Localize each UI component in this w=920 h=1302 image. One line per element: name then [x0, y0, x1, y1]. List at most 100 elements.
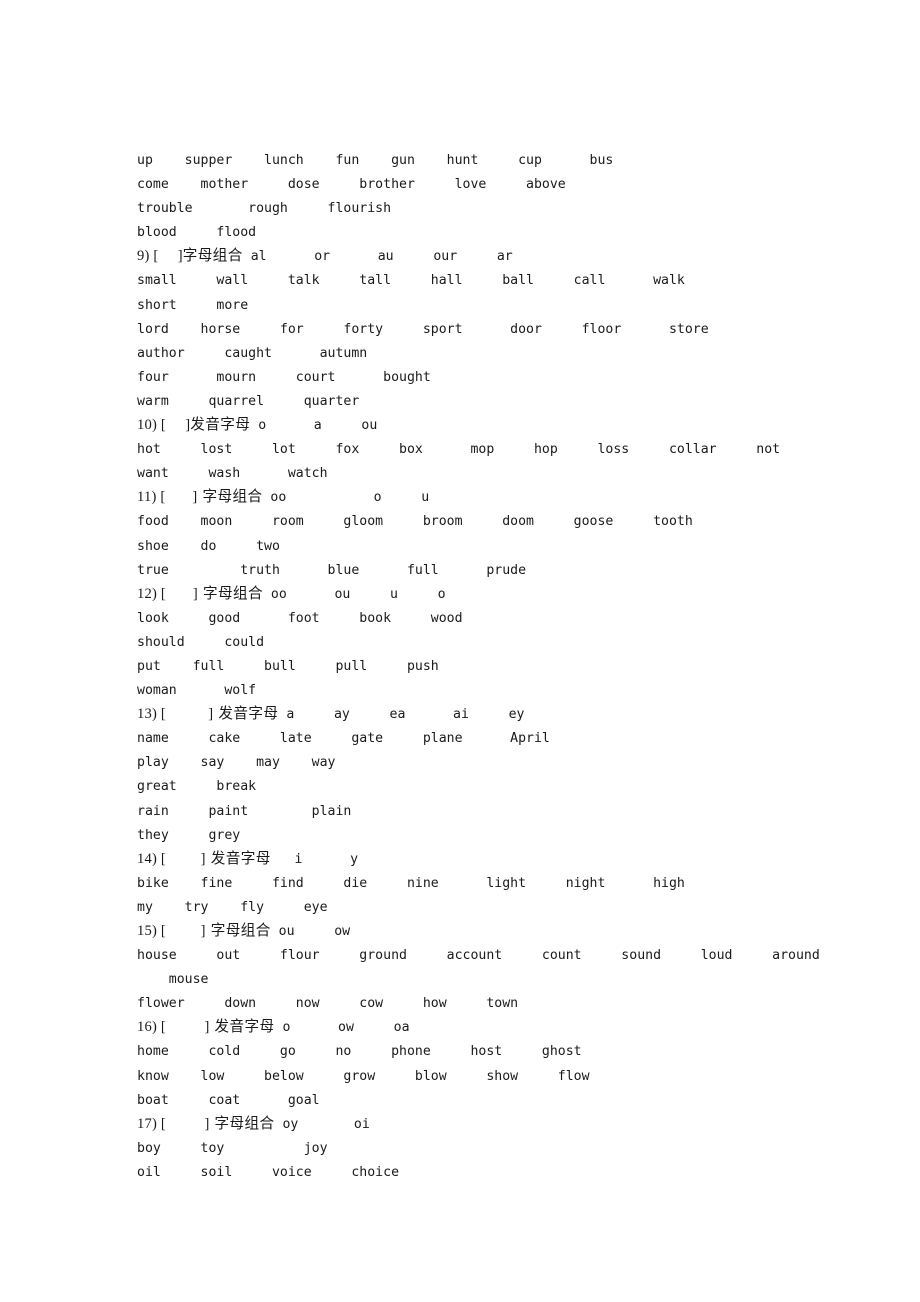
word-list: short more: [137, 297, 249, 313]
word-list-line: up supper lunch fun gun hunt cup bus: [137, 148, 877, 172]
word-list-line: rain paint plain: [137, 799, 877, 823]
word-list-line: home cold go no phone host ghost: [137, 1039, 877, 1063]
word-list-line: look good foot book wood: [137, 606, 877, 630]
word-list: bike fine find die nine light night high: [137, 875, 685, 891]
section-letters: o ow oa: [274, 1020, 410, 1036]
section-header-line: 10) [ ]发音字母 o a ou: [137, 413, 877, 437]
word-list: blood flood: [137, 225, 257, 241]
word-list-line: play say may way: [137, 750, 877, 774]
word-list-line: boy toy joy: [137, 1136, 877, 1160]
section-header-line: 16) [ ] 发音字母 o ow oa: [137, 1015, 877, 1039]
section-number: 14): [137, 850, 161, 867]
word-list-line: hot lost lot fox box mop hop loss collar…: [137, 437, 877, 461]
word-list: they grey: [137, 827, 241, 843]
section-number: 15): [137, 923, 161, 939]
word-list-line: know low below grow blow show flow: [137, 1064, 877, 1088]
word-list-line: come mother dose brother love above: [137, 172, 877, 196]
word-list: shoe do two: [137, 538, 280, 554]
word-list: home cold go no phone host ghost: [137, 1044, 582, 1060]
document-text-body: up supper lunch fun gun hunt cup bus come…: [137, 148, 877, 1184]
word-list: boat coat goal: [137, 1092, 320, 1108]
word-list-line: small wall talk tall hall ball call walk: [137, 268, 877, 292]
word-list: look good foot book wood: [137, 610, 463, 626]
word-list-line: oil soil voice choice: [137, 1160, 877, 1184]
section-number: 11): [137, 489, 161, 506]
word-list-line: mouse: [137, 967, 877, 991]
document-page: up supper lunch fun gun hunt cup bus come…: [0, 0, 920, 1302]
section-label-cjk: 字母组合: [182, 247, 243, 265]
answer-blank-bracket: [ ]: [160, 706, 214, 723]
word-list: should could: [137, 634, 265, 650]
word-list: rain paint plain: [137, 803, 352, 819]
word-list: want wash watch: [137, 466, 328, 482]
section-number: 17): [137, 1115, 161, 1132]
word-list: true truth blue full prude: [137, 562, 527, 578]
word-list: my try fly eye: [137, 899, 328, 915]
word-list-line: food moon room gloom broom doom goose to…: [137, 509, 877, 533]
word-list: hot lost lot fox box mop hop loss collar…: [137, 442, 781, 458]
word-list: woman wolf: [137, 683, 257, 699]
word-list-line: want wash watch: [137, 461, 877, 485]
word-list-line: name cake late gate plane April: [137, 726, 877, 750]
section-letters: i y: [270, 851, 359, 867]
word-list: play say may way: [137, 755, 336, 771]
word-list-line: bike fine find die nine light night high: [137, 871, 877, 895]
word-list: house out flour ground account count sou…: [137, 948, 820, 964]
section-letters: al or au our ar: [242, 249, 513, 265]
section-label-cjk: 发音字母: [190, 416, 251, 434]
word-list-line: short more: [137, 293, 877, 317]
section-letters: a ay ea ai ey: [278, 707, 525, 723]
section-letters: o a ou: [250, 418, 378, 434]
word-list-line: author caught autumn: [137, 341, 877, 365]
word-list-line: shoe do two: [137, 534, 877, 558]
word-list-line: great break: [137, 774, 877, 798]
word-list: flower down now cow how town: [137, 996, 519, 1012]
word-list-line: warm quarrel quarter: [137, 389, 877, 413]
word-list-line: flower down now cow how town: [137, 991, 877, 1015]
word-list-line: my try fly eye: [137, 895, 877, 919]
word-list: four mourn court bought: [137, 369, 431, 385]
word-list: boy toy joy: [137, 1140, 328, 1156]
section-number: 12): [137, 585, 161, 602]
word-list-line: lord horse for forty sport door floor st…: [137, 317, 877, 341]
word-list-line: four mourn court bought: [137, 365, 877, 389]
section-letters: oo ou u o: [262, 586, 446, 602]
section-header-line: 15) [ ] 字母组合 ou ow: [137, 919, 877, 943]
section-label-cjk: 发音字母: [213, 705, 279, 723]
section-label-cjk: 字母组合: [209, 1114, 275, 1132]
answer-blank-bracket: [ ]: [153, 248, 183, 265]
word-list: up supper lunch fun gun hunt cup bus: [137, 153, 614, 168]
word-list-line: blood flood: [137, 220, 877, 244]
section-label-cjk: 字母组合: [197, 488, 263, 506]
section-number: 10): [137, 417, 161, 434]
word-list: oil soil voice choice: [137, 1164, 400, 1180]
section-label-cjk: 字母组合: [197, 584, 263, 602]
word-list-line: put full bull pull push: [137, 654, 877, 678]
section-label-cjk: 发音字母: [205, 849, 271, 867]
answer-blank-bracket: [ ]: [160, 585, 198, 602]
word-list: author caught autumn: [137, 345, 368, 361]
answer-blank-bracket: [ ]: [160, 417, 191, 434]
section-label-cjk: 发音字母: [209, 1018, 275, 1036]
section-header-line: 12) [ ] 字母组合 oo ou u o: [137, 582, 877, 606]
word-list: know low below grow blow show flow: [137, 1068, 590, 1084]
section-letters: ou ow: [270, 924, 351, 939]
word-list: small wall talk tall hall ball call walk: [137, 273, 685, 289]
section-letters: oo o u: [262, 490, 430, 506]
word-list: put full bull pull push: [137, 658, 439, 674]
word-list-line: trouble rough flourish: [137, 196, 877, 220]
answer-blank-bracket: [ ]: [160, 923, 206, 939]
word-list: lord horse for forty sport door floor st…: [137, 321, 709, 337]
word-list-line: woman wolf: [137, 678, 877, 702]
word-list: food moon room gloom broom doom goose to…: [137, 514, 693, 530]
word-list: trouble rough flourish: [137, 201, 392, 217]
word-list: come mother dose brother love above: [137, 177, 566, 193]
section-header-line: 17) [ ] 字母组合 oy oi: [137, 1112, 877, 1136]
section-header-line: 13) [ ] 发音字母 a ay ea ai ey: [137, 702, 877, 726]
word-list: mouse: [137, 972, 209, 988]
word-list-line: boat coat goal: [137, 1088, 877, 1112]
section-label-cjk: 字母组合: [205, 922, 271, 939]
answer-blank-bracket: [ ]: [160, 1019, 210, 1036]
answer-blank-bracket: [ ]: [160, 1115, 210, 1132]
section-letters: oy oi: [274, 1116, 370, 1132]
